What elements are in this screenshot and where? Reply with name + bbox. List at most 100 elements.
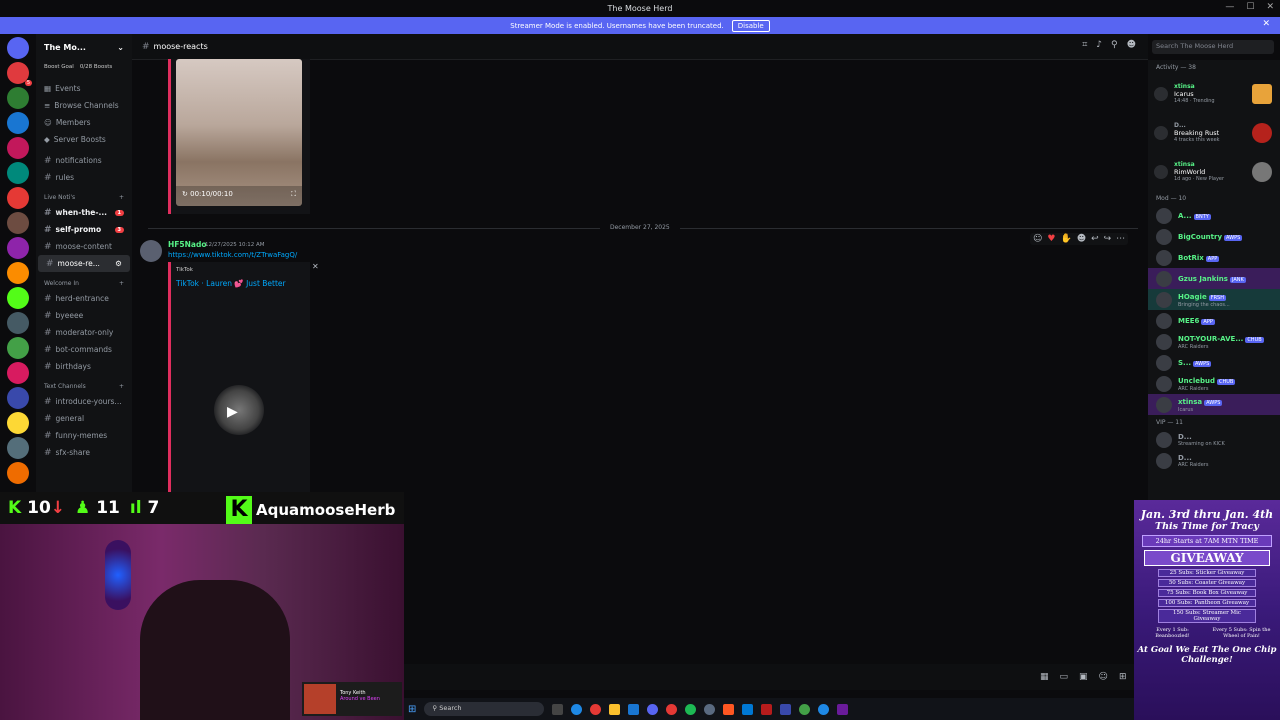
channel-funny-memes[interactable]: # funny-memes: [36, 427, 132, 444]
disable-button[interactable]: Disable: [731, 19, 770, 32]
edge-icon[interactable]: [571, 703, 583, 715]
category-welcome-in[interactable]: Welcome In +: [36, 276, 132, 290]
bell-icon[interactable]: ♪: [1096, 40, 1102, 50]
channel-when-the[interactable]: # when-the-... 1: [36, 204, 132, 221]
avatar[interactable]: [140, 240, 162, 262]
reply-icon[interactable]: ↩: [1091, 234, 1099, 244]
server-icon[interactable]: [7, 312, 29, 334]
windows-start-icon[interactable]: ⊞: [408, 704, 416, 715]
channel-introduce-yourself[interactable]: # introduce-yours...: [36, 393, 132, 410]
server-icon[interactable]: [7, 112, 29, 134]
video-placeholder[interactable]: [214, 385, 264, 435]
gif-icon[interactable]: ▭: [1060, 672, 1069, 682]
embed-title[interactable]: TikTok · Lauren 💕 Just Better: [176, 279, 286, 288]
gear-icon[interactable]: ⚙: [115, 259, 122, 268]
channel-general[interactable]: # general: [36, 410, 132, 427]
file-explorer-icon[interactable]: [609, 703, 621, 715]
play-icon[interactable]: ▶: [227, 404, 238, 420]
channel-notifications[interactable]: # notifications: [36, 152, 132, 169]
members-icon[interactable]: ☻: [1127, 40, 1136, 50]
forward-icon[interactable]: ↪: [1104, 234, 1112, 244]
apps-grid-icon[interactable]: ⊞: [1119, 672, 1127, 682]
plus-icon[interactable]: +: [119, 194, 124, 201]
channel-sfx-share[interactable]: # sfx-share: [36, 444, 132, 461]
message-author[interactable]: HF5Nado: [168, 240, 206, 249]
server-icon[interactable]: [7, 237, 29, 259]
search-input[interactable]: Search The Moose Herd: [1152, 40, 1274, 54]
nav-members[interactable]: ☺ Members: [36, 114, 132, 131]
outlook-icon[interactable]: [742, 703, 754, 715]
channel-moose-reacts[interactable]: # moose-re... ⚙: [38, 255, 130, 272]
server-icon[interactable]: [7, 137, 29, 159]
channel-herd-entrance[interactable]: # herd-entrance: [36, 290, 132, 307]
threads-icon[interactable]: ⌗: [1082, 40, 1087, 50]
heart-icon[interactable]: ♥: [1047, 234, 1055, 244]
channel-bot-commands[interactable]: # bot-commands: [36, 341, 132, 358]
nav-server-boosts[interactable]: ◆ Server Boosts: [36, 131, 132, 148]
message-link[interactable]: https://www.tiktok.com/t/ZTrwaFagQ/: [168, 251, 297, 259]
app-icon[interactable]: [590, 703, 602, 715]
server-icon[interactable]: [7, 387, 29, 409]
netflix-icon[interactable]: [761, 703, 773, 715]
category-live-notis[interactable]: Live Noti's +: [36, 190, 132, 204]
member-item[interactable]: BigCountry AWPS: [1148, 226, 1280, 247]
server-icon[interactable]: [7, 87, 29, 109]
app-icon[interactable]: [628, 703, 640, 715]
channel-rules[interactable]: # rules: [36, 169, 132, 186]
activity-card[interactable]: xtinsa Icarus 14:48 · Trending: [1148, 74, 1280, 113]
video-thumbnail[interactable]: [176, 59, 302, 206]
app-icon[interactable]: [818, 703, 830, 715]
server-icon[interactable]: [7, 362, 29, 384]
close-icon[interactable]: ✕: [312, 262, 319, 271]
server-icon[interactable]: [7, 337, 29, 359]
member-item[interactable]: xtinsa AWPS Icarus: [1148, 394, 1280, 415]
member-item[interactable]: BotRix APP: [1148, 247, 1280, 268]
app-icon[interactable]: [666, 703, 678, 715]
plus-icon[interactable]: +: [119, 280, 124, 287]
server-icon[interactable]: [7, 187, 29, 209]
replay-icon[interactable]: ↻: [182, 190, 188, 198]
apps-icon[interactable]: ▦: [1040, 672, 1049, 682]
chrome-icon[interactable]: [799, 703, 811, 715]
plus-icon[interactable]: +: [119, 383, 124, 390]
channel-birthdays[interactable]: # birthdays: [36, 358, 132, 375]
server-icon[interactable]: [7, 212, 29, 234]
pin-icon[interactable]: ⚲: [1111, 40, 1118, 50]
home-icon[interactable]: [7, 37, 29, 59]
server-icon[interactable]: [7, 287, 29, 309]
spotify-icon[interactable]: [685, 703, 697, 715]
obs-icon[interactable]: [837, 703, 849, 715]
channel-moose-content[interactable]: # moose-content: [36, 238, 132, 255]
member-item[interactable]: D... ARC Raiders: [1148, 450, 1280, 471]
steam-icon[interactable]: [704, 703, 716, 715]
nav-browse-channels[interactable]: ≡ Browse Channels: [36, 97, 132, 114]
member-item[interactable]: NOT-YOUR-AVE... CHUB ARC Raiders: [1148, 331, 1280, 352]
channel-byeeee[interactable]: # byeeee: [36, 307, 132, 324]
minimize-button[interactable]: —: [1225, 2, 1234, 12]
server-icon[interactable]: [7, 162, 29, 184]
close-icon[interactable]: ✕: [1262, 19, 1270, 29]
fullscreen-icon[interactable]: ⛶: [291, 190, 296, 199]
member-item[interactable]: S... AWPS: [1148, 352, 1280, 373]
server-icon[interactable]: [7, 412, 29, 434]
server-icon[interactable]: [7, 437, 29, 459]
activity-card[interactable]: xtinsa RimWorld 1d ago · New Player: [1148, 152, 1280, 191]
server-icon[interactable]: [7, 462, 29, 484]
member-item[interactable]: D... Streaming on KICK: [1148, 429, 1280, 450]
channel-self-promo[interactable]: # self-promo 3: [36, 221, 132, 238]
channel-moderator-only[interactable]: # moderator-only: [36, 324, 132, 341]
app-icon[interactable]: [780, 703, 792, 715]
pray-icon[interactable]: ✋: [1060, 234, 1071, 244]
maximize-button[interactable]: ☐: [1246, 2, 1254, 12]
close-button[interactable]: ✕: [1266, 2, 1274, 12]
taskbar-search[interactable]: ⚲ Search: [424, 702, 545, 716]
member-item[interactable]: Unclebud CHUB ARC Raiders: [1148, 373, 1280, 394]
emoji-icon[interactable]: ☺: [1099, 672, 1108, 682]
server-icon[interactable]: [7, 262, 29, 284]
app-icon[interactable]: [723, 703, 735, 715]
task-view-icon[interactable]: [552, 703, 564, 715]
sticker-icon[interactable]: ▣: [1079, 672, 1088, 682]
discord-icon[interactable]: [647, 703, 659, 715]
server-icon[interactable]: 5: [7, 62, 32, 86]
boost-goal[interactable]: Boost Goal 0/28 Boosts: [36, 60, 132, 74]
